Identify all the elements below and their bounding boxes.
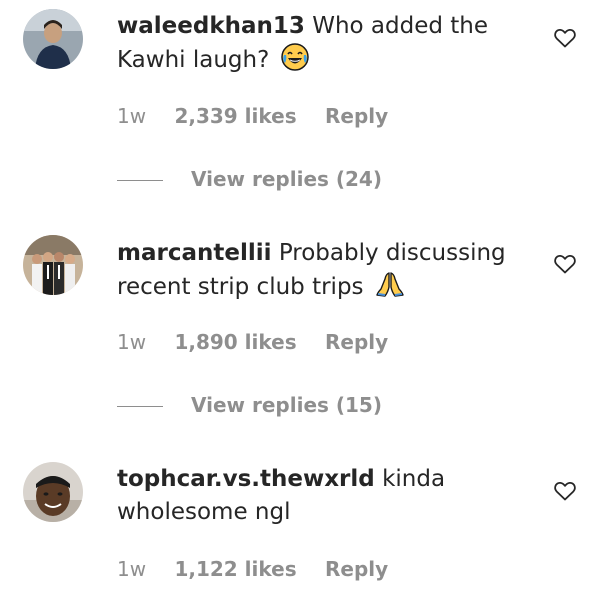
comment-text: marcantellii Probably discussing recent …: [117, 237, 537, 308]
avatar-image: [23, 9, 83, 69]
comment-text: waleedkhan13 Who added the Kawhi laugh?: [117, 10, 537, 81]
avatar[interactable]: [23, 462, 83, 522]
comment-username[interactable]: marcantellii: [117, 240, 272, 266]
comment-likes[interactable]: 1,890 likes: [174, 330, 296, 354]
divider-line: [117, 406, 163, 407]
comment-meta: 1w 1,890 likes Reply: [117, 330, 410, 354]
comment-likes[interactable]: 2,339 likes: [174, 104, 296, 128]
comment-username[interactable]: tophcar.vs.thewxrld: [117, 466, 375, 492]
comment-timestamp: 1w: [117, 557, 147, 581]
like-heart-icon[interactable]: [553, 479, 577, 503]
view-replies-label: View replies (24): [191, 167, 382, 191]
avatar-image: [23, 462, 83, 522]
comment-timestamp: 1w: [117, 330, 147, 354]
comment-text: tophcar.vs.thewxrld kinda wholesome ngl: [117, 463, 537, 529]
comment-username[interactable]: waleedkhan13: [117, 13, 305, 39]
comment-meta: 1w 1,122 likes Reply: [117, 557, 410, 581]
divider-line: [117, 180, 163, 181]
reply-button[interactable]: Reply: [325, 104, 388, 128]
praying-hands-emoji-icon: [375, 270, 405, 308]
avatar-image: [23, 235, 83, 295]
like-heart-icon[interactable]: [553, 26, 577, 50]
laughing-emoji-icon: [280, 43, 309, 81]
view-replies-button[interactable]: View replies (15): [117, 393, 382, 417]
comment-timestamp: 1w: [117, 104, 147, 128]
comment-likes[interactable]: 1,122 likes: [174, 557, 296, 581]
avatar[interactable]: [23, 9, 83, 69]
like-heart-icon[interactable]: [553, 252, 577, 276]
comment-meta: 1w 2,339 likes Reply: [117, 104, 410, 128]
avatar[interactable]: [23, 235, 83, 295]
view-replies-button[interactable]: View replies (24): [117, 167, 382, 191]
view-replies-label: View replies (15): [191, 393, 382, 417]
reply-button[interactable]: Reply: [325, 330, 388, 354]
reply-button[interactable]: Reply: [325, 557, 388, 581]
